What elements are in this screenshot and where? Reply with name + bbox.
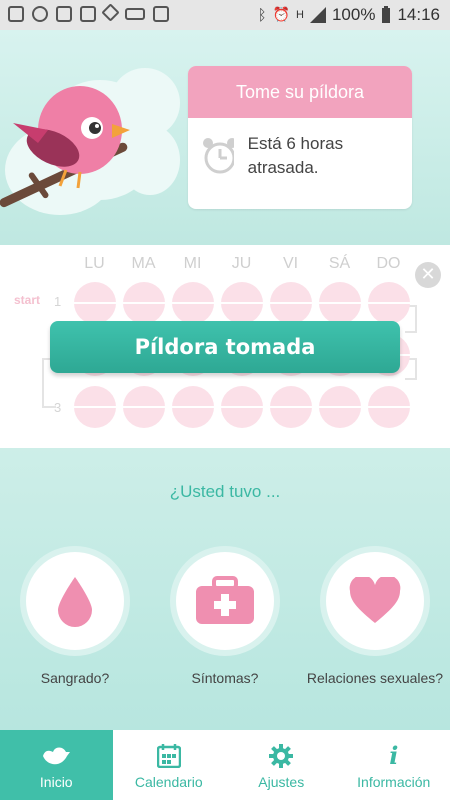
- pill[interactable]: [74, 282, 116, 324]
- question-title: ¿Usted tuvo ...: [169, 482, 281, 501]
- reminder-message: Está 6 horas atrasada.: [247, 134, 344, 177]
- week-number: 1: [54, 294, 62, 309]
- network-type: H: [296, 9, 304, 21]
- pill[interactable]: [221, 282, 263, 324]
- status-bar: ᛒ ⏰ H 100% 14:16: [0, 0, 450, 30]
- pill[interactable]: [221, 386, 263, 428]
- pill-row-week-3: [74, 386, 410, 428]
- nav-settings-label: Ajustes: [258, 774, 305, 790]
- bleeding-button[interactable]: [20, 546, 130, 656]
- weekday-label: MA: [131, 255, 156, 272]
- close-button[interactable]: ✕: [415, 262, 441, 288]
- reminder-card: Tome su píldora Está 6 horas atrasada.: [188, 66, 412, 209]
- pill[interactable]: [74, 386, 116, 428]
- nav-info-label: Información: [357, 774, 431, 790]
- drop-icon: [58, 577, 92, 627]
- voicemail-notification-icon: [125, 8, 145, 20]
- bottom-navigation: Inicio Calendario Ajustes i Información: [0, 730, 450, 800]
- briefcase-notification-icon: [153, 6, 169, 22]
- first-aid-icon: [196, 576, 254, 624]
- symptoms-button[interactable]: [170, 546, 280, 656]
- sync-notification-icon: [32, 6, 48, 22]
- heart-icon: [349, 577, 401, 623]
- calendar-icon: [156, 744, 181, 768]
- weekday-label: VI: [282, 255, 299, 272]
- alarm-icon: ⏰: [272, 7, 291, 23]
- pill[interactable]: [123, 282, 165, 324]
- start-label: start: [14, 293, 41, 307]
- gear-icon: [269, 744, 294, 768]
- signal-icon: [309, 7, 326, 23]
- nav-info[interactable]: i Información: [338, 730, 450, 800]
- weekday-header: LU MA MI JU VI SÁ DO: [70, 255, 413, 273]
- clock: 14:16: [397, 5, 440, 24]
- mail-notification-icon: [56, 6, 72, 22]
- nav-home-label: Inicio: [39, 774, 73, 790]
- pill[interactable]: [368, 386, 410, 428]
- pill-row-week-1: [74, 282, 410, 324]
- weekday-label: SÁ: [328, 255, 351, 272]
- symptom-question-area: ¿Usted tuvo ... Sangrado? Síntomas? Rela…: [0, 448, 450, 730]
- weekday-label: MI: [183, 255, 202, 272]
- pill[interactable]: [123, 386, 165, 428]
- pill-taken-button[interactable]: Píldora tomada: [50, 321, 400, 373]
- system-status: ᛒ ⏰ H 100% 14:16: [258, 5, 440, 25]
- bleeding-option[interactable]: Sangrado?: [0, 546, 150, 686]
- pill[interactable]: [172, 282, 214, 324]
- symptoms-label: Síntomas?: [191, 670, 259, 686]
- bluetooth-icon: ᛒ: [257, 6, 267, 24]
- weekday-label: DO: [376, 255, 401, 272]
- intercourse-button[interactable]: [320, 546, 430, 656]
- pill[interactable]: [270, 282, 312, 324]
- intercourse-label: Relaciones sexuales?: [306, 670, 444, 686]
- bird-icon: [43, 747, 71, 765]
- battery-percent: 100%: [331, 5, 376, 24]
- image-notification-icon: [8, 6, 24, 22]
- pinwheel-notification-icon: [101, 3, 120, 22]
- info-icon: i: [389, 741, 399, 770]
- mail-closed-notification-icon: [80, 6, 96, 22]
- bleeding-label: Sangrado?: [40, 670, 110, 686]
- header-area: Tome su píldora Está 6 horas atrasada.: [0, 30, 450, 245]
- pill[interactable]: [270, 386, 312, 428]
- reminder-body: Está 6 horas atrasada.: [188, 118, 412, 194]
- nav-calendar-label: Calendario: [134, 774, 203, 790]
- notification-icons: [8, 3, 169, 22]
- pill[interactable]: [319, 282, 361, 324]
- intercourse-option[interactable]: Relaciones sexuales?: [300, 546, 450, 686]
- weekday-label: LU: [84, 255, 105, 272]
- nav-settings[interactable]: Ajustes: [225, 730, 338, 800]
- reminder-title: Tome su píldora: [188, 66, 412, 118]
- battery-icon: [382, 6, 391, 23]
- alarm-clock-icon: [203, 138, 234, 174]
- pill[interactable]: [368, 282, 410, 324]
- nav-calendar[interactable]: Calendario: [113, 730, 226, 800]
- weekday-label: JU: [231, 255, 252, 272]
- pill[interactable]: [172, 386, 214, 428]
- nav-home[interactable]: Inicio: [0, 730, 113, 800]
- bird-mascot-icon: [13, 86, 130, 189]
- symptoms-option[interactable]: Síntomas?: [150, 546, 300, 686]
- pill-pack-panel: LU MA MI JU VI SÁ DO ✕ start 1 3 Píldora…: [0, 245, 450, 448]
- pill[interactable]: [319, 386, 361, 428]
